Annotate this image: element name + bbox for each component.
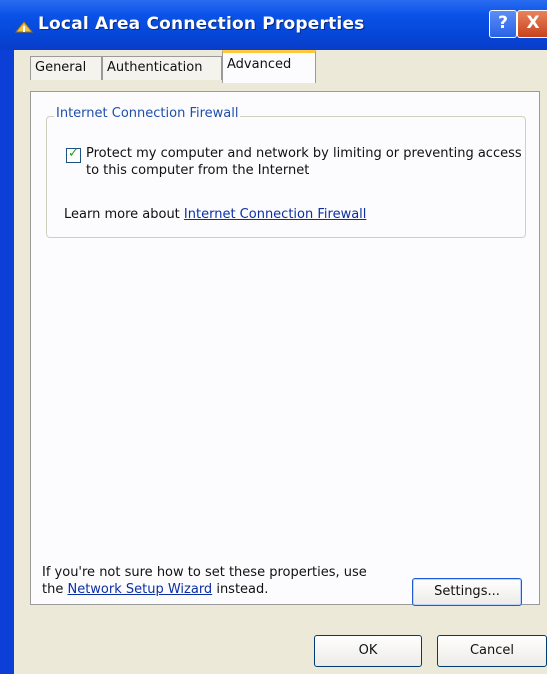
ok-button[interactable]: OK [314, 635, 422, 667]
learn-more-prefix: Learn more about [64, 207, 184, 222]
title-bar[interactable]: Local Area Connection Properties ? X [0, 0, 547, 50]
window-title: Local Area Connection Properties [38, 14, 365, 34]
firewall-help-link[interactable]: Internet Connection Firewall [184, 207, 366, 222]
wizard-hint-text: If you're not sure how to set these prop… [42, 564, 382, 598]
firewall-group-title: Internet Connection Firewall [54, 106, 241, 121]
dialog-client-area: General Authentication Advanced Internet… [14, 50, 547, 674]
network-setup-wizard-link[interactable]: Network Setup Wizard [67, 582, 212, 597]
help-button[interactable]: ? [489, 10, 517, 38]
firewall-checkbox-label[interactable]: Protect my computer and network by limit… [86, 145, 526, 179]
checkmark-icon: ✓ [68, 146, 79, 161]
network-connection-icon [14, 21, 34, 33]
close-button[interactable]: X [517, 10, 547, 38]
dialog-window: Local Area Connection Properties ? X Gen… [0, 0, 547, 674]
tab-general[interactable]: General [30, 56, 102, 80]
cancel-button[interactable]: Cancel [437, 635, 547, 667]
learn-more-text: Learn more about Internet Connection Fir… [64, 207, 366, 222]
settings-button[interactable]: Settings... [412, 578, 522, 606]
tab-authentication[interactable]: Authentication [102, 56, 222, 80]
wizard-hint-suffix: instead. [212, 582, 269, 597]
tab-advanced[interactable]: Advanced [222, 50, 316, 83]
firewall-checkbox[interactable]: ✓ [66, 146, 81, 163]
